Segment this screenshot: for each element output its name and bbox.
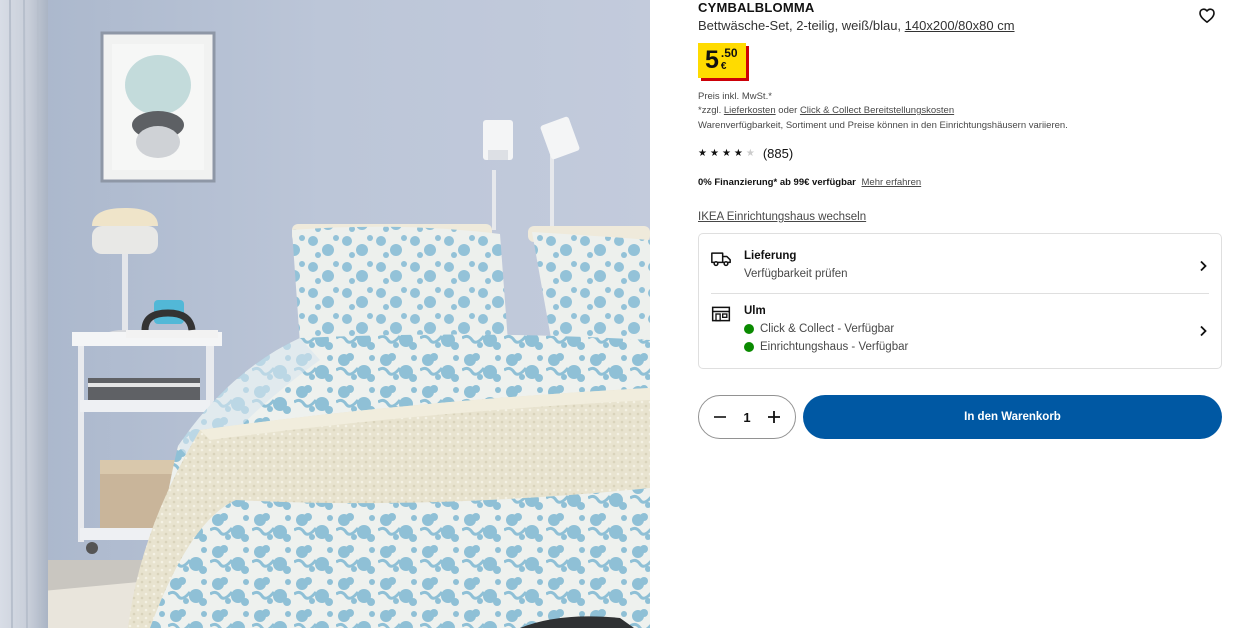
quantity-stepper: 1 — [698, 395, 796, 439]
decrease-quantity-button[interactable] — [711, 408, 729, 426]
price-fraction: .50 € — [721, 43, 738, 73]
store-row[interactable]: Ulm Click & Collect - Verfügbar Einricht… — [711, 293, 1209, 363]
availability-box: Lieferung Verfügbarkeit prüfen Ulm Click… — [698, 233, 1222, 369]
increase-quantity-button[interactable] — [765, 408, 783, 426]
truck-icon — [711, 252, 731, 267]
star-icon: ★ — [698, 147, 707, 159]
price-integer: 5 — [705, 46, 719, 74]
status-dot-icon — [744, 342, 754, 352]
rating-stars: ★ ★ ★ ★ ★ — [698, 147, 755, 159]
product-description: Bettwäsche-Set, 2-teilig, weiß/blau, 140… — [698, 18, 1015, 33]
price-badge: 5 .50 € — [698, 43, 746, 78]
financing-info: 0% Finanzierung* ab 99€ verfügbar Mehr e… — [698, 177, 921, 188]
bedroom-photo — [0, 0, 650, 628]
instore-status: Einrichtungshaus - Verfügbar — [744, 341, 908, 353]
shipping-cost-note: *zzgl. Lieferkosten oder Click & Collect… — [698, 105, 954, 116]
status-dot-icon — [744, 324, 754, 334]
shipping-cost-mid: oder — [778, 105, 798, 116]
add-to-cart-button[interactable]: In den Warenkorb — [803, 395, 1222, 439]
instore-status-text: Einrichtungshaus - Verfügbar — [760, 341, 909, 353]
quantity-value[interactable]: 1 — [743, 410, 750, 425]
availability-disclaimer: Warenverfügbarkeit, Sortiment und Preise… — [698, 120, 1068, 131]
star-icon: ★ — [721, 147, 731, 159]
rating-count: (885) — [762, 146, 794, 161]
financing-text: 0% Finanzierung* ab 99€ verfügbar — [698, 177, 856, 188]
click-collect-status: Click & Collect - Verfügbar — [744, 323, 894, 335]
wishlist-heart-button[interactable] — [1196, 4, 1218, 26]
delivery-row[interactable]: Lieferung Verfügbarkeit prüfen — [711, 246, 1209, 293]
delivery-cost-link[interactable]: Lieferkosten — [724, 105, 776, 116]
product-description-text: Bettwäsche-Set, 2-teilig, weiß/blau, — [698, 18, 902, 33]
heart-icon — [1199, 7, 1215, 23]
financing-more-link[interactable]: Mehr erfahren — [862, 177, 922, 188]
star-empty-icon: ★ — [745, 147, 755, 159]
click-collect-cost-link[interactable]: Click & Collect Bereitstellungskosten — [800, 105, 954, 116]
product-name: CYMBALBLOMMA — [698, 0, 815, 15]
price-legal-note: Preis inkl. MwSt.* — [698, 91, 772, 102]
chevron-right-icon — [1200, 260, 1207, 272]
rating[interactable]: ★ ★ ★ ★ ★ (885) — [698, 146, 793, 161]
star-half-icon: ★ — [733, 147, 743, 159]
store-name: Ulm — [744, 305, 766, 317]
product-info-panel: CYMBALBLOMMA Bettwäsche-Set, 2-teilig, w… — [698, 0, 1222, 628]
minus-icon — [714, 416, 726, 418]
shipping-cost-prefix: *zzgl. — [698, 105, 722, 116]
product-image[interactable] — [0, 0, 650, 628]
chevron-right-icon — [1200, 325, 1207, 337]
price-currency: € — [720, 61, 727, 72]
delivery-title: Lieferung — [744, 250, 797, 262]
click-collect-status-text: Click & Collect - Verfügbar — [760, 323, 895, 335]
change-store-link[interactable]: IKEA Einrichtungshaus wechseln — [698, 211, 866, 223]
product-measure-link[interactable]: 140x200/80x80 cm — [905, 18, 1015, 33]
delivery-subtitle: Verfügbarkeit prüfen — [744, 268, 848, 280]
store-icon — [711, 306, 731, 322]
price-decimal: .50 — [720, 46, 738, 60]
star-icon: ★ — [709, 147, 719, 159]
plus-icon — [767, 411, 780, 423]
